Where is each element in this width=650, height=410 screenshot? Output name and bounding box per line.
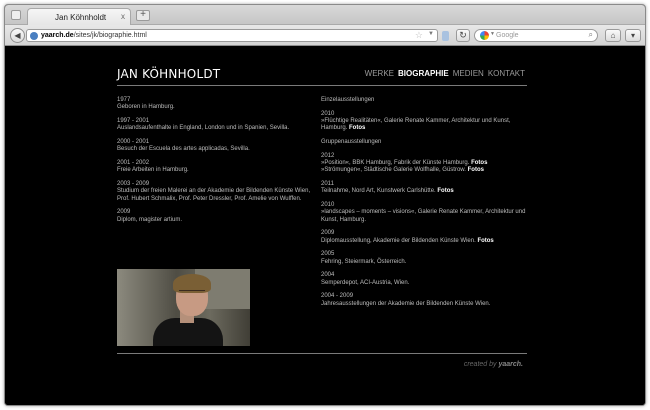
bio-entry: 2001 - 2002 Freie Arbeiten in Hamburg. [117, 160, 317, 175]
exhibition-description: Jahresausstellungen der Akademie der Bil… [321, 300, 491, 307]
solo-exhibitions-heading: Einzelausstellungen [321, 97, 375, 103]
tab-close-icon[interactable]: x [121, 12, 125, 21]
search-icon[interactable]: ⌕ [589, 30, 593, 40]
exhibition-year: 2010 [321, 202, 335, 208]
search-placeholder: Google [496, 32, 519, 39]
exhibition-description: Diplomausstellung, Akademie der Bildende… [321, 237, 476, 244]
url-path: /sites/jk/biographie.html [73, 32, 147, 39]
exhibition-year: 2012 [321, 152, 335, 159]
header-divider [117, 85, 527, 86]
browser-tab[interactable]: Jan Köhnholdt x [27, 8, 131, 25]
bio-year: 2001 - 2002 [117, 160, 150, 166]
exhibition-text: »Flüchtige Realitäten«, Galerie Renate K… [321, 118, 533, 133]
exhibition-entry: 2004 - 2009 Jahresausstellungen der Akade… [321, 293, 533, 308]
exhibition-year: 2004 [321, 272, 335, 279]
fotos-link[interactable]: Fotos [349, 125, 365, 131]
nav-item-kontakt[interactable]: KONTAKT [488, 69, 525, 78]
exhibition-text: Semperdepot, ACI-Austria, Wien. [321, 280, 533, 287]
bio-text: Studium der freien Malerei an der Akadem… [117, 188, 311, 202]
reload-button[interactable]: ↻ [456, 29, 470, 42]
nav-item-biographie[interactable]: BIOGRAPHIE [398, 69, 449, 78]
globe-icon [30, 32, 38, 40]
footer-divider [117, 353, 527, 354]
bio-entry: 2000 - 2001 Besuch der Escuela des artes … [117, 139, 317, 154]
bio-entry: 2003 - 2009 Studium der freien Malerei an… [117, 181, 317, 203]
web-page: JAN KÖHNHOLDT WERKE BIOGRAPHIE MEDIEN KONTA… [5, 47, 645, 405]
bio-entry: 1997 - 2001 Auslandsaufenthalte in Englan… [117, 118, 317, 133]
exhibition-year: 2005 [321, 251, 335, 258]
exhibition-entry: 2009 Diplomausstellung, Akademie der Bild… [321, 230, 533, 245]
exhibition-entry: 2010 »Flüchtige Realitäten«, Galerie Rena… [321, 111, 533, 133]
extension-icon[interactable] [442, 31, 449, 41]
navigation-toolbar: ◀ yaarch.de/sites/jk/biographie.html ☆ ▼… [5, 25, 645, 46]
exhibition-entry: 2010 »landscapes – moments – visions«, Ga… [321, 202, 533, 224]
exhibition-year: 2011 [321, 181, 334, 187]
footer-brand: yaarch. [498, 361, 523, 368]
google-icon [480, 31, 489, 40]
exhibitions-column: Einzelausstellungen 2010 »Flüchtige Realit… [321, 97, 533, 314]
bio-year: 1977 [117, 97, 131, 103]
portrait-photo [117, 269, 250, 346]
bio-year: 2000 - 2001 [117, 139, 150, 145]
exhibition-text: »Position«, BBK Hamburg, Fabrik der Küns… [321, 160, 533, 167]
bio-text: Besuch der Escuela des artes applicadas,… [117, 146, 250, 153]
footer-credit[interactable]: created by yaarch. [464, 361, 523, 368]
exhibition-text: »landscapes – moments – visions«, Galeri… [321, 209, 533, 224]
bookmark-star-icon[interactable]: ☆ [415, 30, 423, 41]
nav-item-werke[interactable]: WERKE [365, 69, 394, 78]
exhibition-year: 2009 [321, 230, 335, 237]
fotos-link[interactable]: Fotos [437, 188, 453, 194]
exhibition-text: Jahresausstellungen der Akademie der Bil… [321, 301, 533, 308]
exhibition-description: »Strömungen«, Städtische Galerie Wolfhal… [321, 167, 466, 174]
exhibition-text: Diplomausstellung, Akademie der Bildende… [321, 238, 533, 245]
url-host: yaarch.de [41, 32, 74, 39]
back-button[interactable]: ◀ [10, 28, 25, 43]
exhibition-description: Fehring, Steiermark, Österreich. [321, 258, 407, 265]
exhibition-year: 2004 - 2009 [321, 293, 354, 300]
bio-year: 1997 - 2001 [117, 118, 150, 124]
fotos-link[interactable]: Fotos [468, 167, 484, 173]
bio-entry: 2009 Diplom, magister artium. [117, 209, 317, 224]
exhibition-text: Fehring, Steiermark, Österreich. [321, 259, 533, 266]
bio-entry: 1977 Geboren in Hamburg. [117, 97, 317, 112]
bio-text: Diplom, magister artium. [117, 216, 183, 223]
bio-year: 2003 - 2009 [117, 181, 150, 187]
site-title[interactable]: JAN KÖHNHOLDT [117, 67, 220, 81]
bio-text: Auslandsaufenthalte in England, London u… [117, 125, 290, 132]
window-menu-button[interactable] [11, 10, 21, 20]
bio-text: Freie Arbeiten in Hamburg. [117, 167, 189, 174]
footer-prefix: created by [463, 361, 497, 368]
nav-item-medien[interactable]: MEDIEN [453, 69, 484, 78]
tab-bar: Jan Köhnholdt x + [5, 5, 645, 25]
toolbar-menu-button[interactable]: ▾ [625, 29, 641, 42]
exhibition-entry: 2012 »Position«, BBK Hamburg, Fabrik der … [321, 153, 533, 175]
new-tab-button[interactable]: + [136, 10, 150, 21]
browser-window: Jan Köhnholdt x + ◀ yaarch.de/sites/jk/b… [4, 4, 646, 406]
home-button[interactable]: ⌂ [605, 29, 621, 42]
bio-text: Geboren in Hamburg. [117, 104, 175, 111]
exhibition-text: Teilnahme, Nord Art, Kunstwerk Carlshütt… [321, 188, 533, 195]
address-bar[interactable]: yaarch.de/sites/jk/biographie.html ☆ ▼ [26, 29, 438, 42]
group-exhibitions-heading: Gruppenausstellungen [321, 139, 382, 145]
exhibition-entry: 2004 Semperdepot, ACI-Austria, Wien. [321, 272, 533, 287]
search-field[interactable]: ▼ Google ⌕ [474, 29, 598, 42]
exhibition-entry: 2011 Teilnahme, Nord Art, Kunstwerk Carls… [321, 181, 533, 196]
site-navigation: WERKE BIOGRAPHIE MEDIEN KONTAKT [361, 69, 525, 78]
biography-column: 1977 Geboren in Hamburg. 1997 - 2001 Auslan… [117, 97, 317, 230]
exhibition-entry: 2005 Fehring, Steiermark, Österreich. [321, 251, 533, 266]
fotos-link[interactable]: Fotos [477, 238, 493, 244]
exhibition-year: 2010 [321, 110, 335, 117]
exhibition-text: »Strömungen«, Städtische Galerie Wolfhal… [321, 167, 533, 174]
exhibition-description: Teilnahme, Nord Art, Kunstwerk Carlshütt… [321, 188, 436, 195]
bio-year: 2009 [117, 209, 131, 216]
exhibition-description: »Position«, BBK Hamburg, Fabrik der Küns… [321, 160, 470, 166]
search-engine-dropdown-icon[interactable]: ▼ [490, 31, 495, 37]
exhibition-description: »landscapes – moments – visions«, Galeri… [321, 209, 526, 223]
fotos-link[interactable]: Fotos [471, 160, 487, 166]
url-dropdown-icon[interactable]: ▼ [428, 31, 434, 37]
exhibition-description: Semperdepot, ACI-Austria, Wien. [321, 279, 410, 286]
tab-title: Jan Köhnholdt [55, 13, 107, 22]
